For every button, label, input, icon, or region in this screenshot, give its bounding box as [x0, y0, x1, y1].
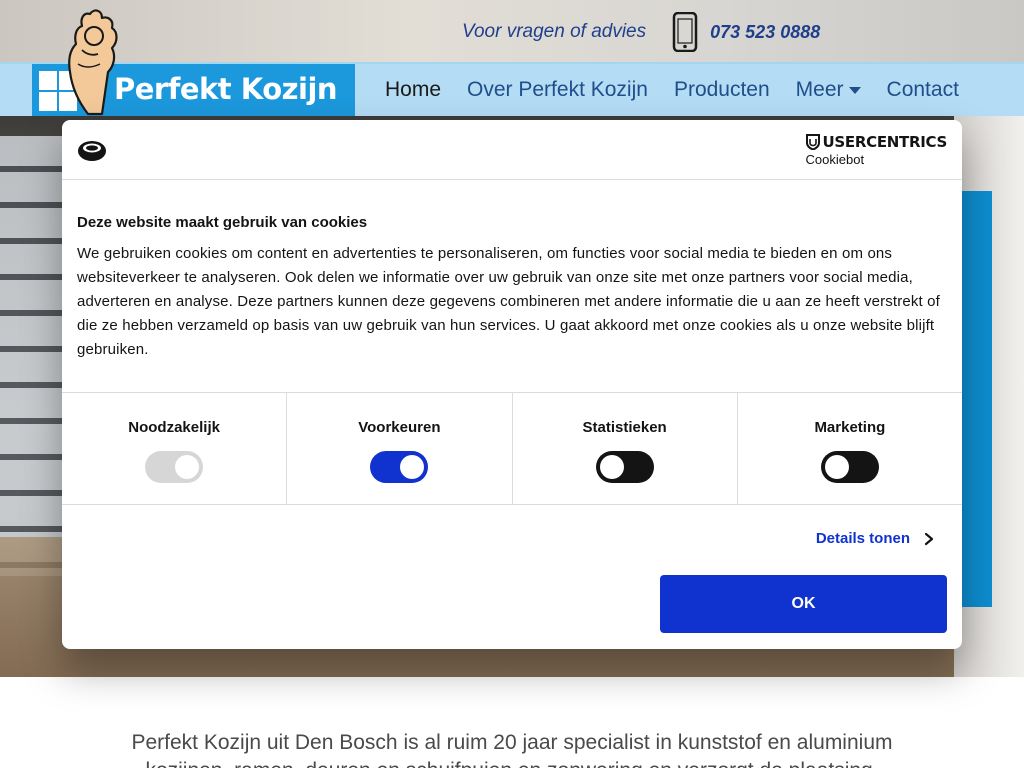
- nav-contact[interactable]: Contact: [887, 78, 959, 102]
- phone-number-link[interactable]: 073 523 0888: [710, 22, 820, 43]
- statistics-switch[interactable]: [595, 451, 654, 483]
- cookie-dialog-header: USERCENTRICS Cookiebot: [62, 120, 962, 180]
- nav-meer-dropdown[interactable]: Meer: [796, 78, 861, 102]
- toggle-preferences-label: Voorkeuren: [358, 419, 441, 436]
- top-bar: Voor vragen of advies 073 523 0888: [0, 0, 1024, 62]
- details-toggle-link[interactable]: Details tonen: [816, 530, 934, 547]
- nav-menu: Home Over Perfekt Kozijn Producten Meer …: [385, 78, 985, 102]
- nav-meer-label: Meer: [795, 78, 844, 101]
- switch-knob: [824, 455, 849, 479]
- toggle-marketing: Marketing: [738, 393, 962, 504]
- mobile-phone-icon: [672, 12, 698, 52]
- contact-question: Voor vragen of advies: [462, 21, 647, 42]
- marketing-switch[interactable]: [820, 451, 879, 483]
- ok-hand-icon: [68, 9, 118, 116]
- toggle-marketing-label: Marketing: [814, 419, 886, 436]
- main-navbar: Perfekt Kozijn Home Over Perfekt Kozijn …: [0, 62, 1024, 118]
- cookie-dialog-title: Deze website maakt gebruik van cookies: [77, 214, 368, 231]
- switch-knob: [175, 455, 200, 479]
- contact-line: Voor vragen of advies 073 523 0888: [462, 12, 820, 52]
- intro-text-line-2: kozijnen, ramen, deuren en schuifpuien e…: [0, 757, 1024, 768]
- toggle-necessary-label: Noodzakelijk: [128, 419, 220, 436]
- intro-text-line-1: Perfekt Kozijn uit Den Bosch is al ruim …: [131, 731, 893, 754]
- switch-knob: [599, 455, 624, 479]
- caret-down-icon: [848, 86, 861, 94]
- hero-accent-panel: [962, 191, 992, 607]
- cookie-dialog-text: We gebruiken cookies om content en adver…: [77, 245, 940, 358]
- switch-knob: [400, 455, 425, 479]
- toggle-statistics: Statistieken: [513, 393, 738, 504]
- preferences-switch[interactable]: [370, 451, 429, 483]
- cookiebot-label: Cookiebot: [805, 152, 865, 167]
- nav-producten[interactable]: Producten: [674, 78, 770, 102]
- usercentrics-brand[interactable]: USERCENTRICS Cookiebot: [805, 133, 948, 167]
- cookie-consent-dialog: USERCENTRICS Cookiebot Deze website maak…: [62, 120, 962, 649]
- nav-home[interactable]: Home: [385, 78, 441, 102]
- necessary-switch: [145, 451, 204, 483]
- logo-text: Perfekt Kozijn: [114, 72, 338, 106]
- usercentrics-wordmark: USERCENTRICS: [805, 133, 948, 151]
- toggle-preferences: Voorkeuren: [287, 393, 513, 504]
- toggle-statistics-label: Statistieken: [582, 419, 667, 436]
- usercentrics-label: USERCENTRICS: [822, 133, 948, 151]
- ok-button[interactable]: OK: [660, 575, 947, 633]
- cookie-category-toggles: Noodzakelijk Voorkeuren Statistieken Mar…: [62, 392, 962, 505]
- cookiebot-logo-icon: [78, 141, 106, 161]
- chevron-right-icon: [924, 532, 934, 545]
- hero-window-frame: [0, 136, 70, 576]
- nav-over-perfekt-kozijn[interactable]: Over Perfekt Kozijn: [467, 78, 648, 102]
- shield-icon: [805, 134, 820, 150]
- details-label: Details tonen: [815, 530, 910, 547]
- toggle-necessary: Noodzakelijk: [62, 393, 288, 504]
